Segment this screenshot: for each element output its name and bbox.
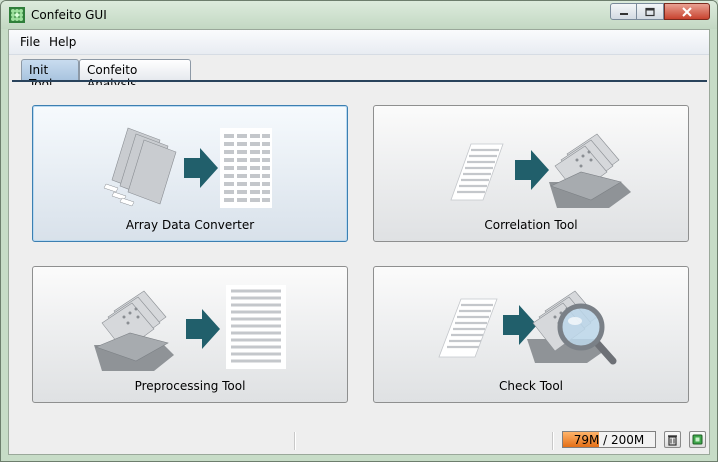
array-data-converter-icon xyxy=(103,127,272,208)
correlation-tool-icon xyxy=(450,133,631,208)
correlation-tool-button[interactable]: Correlation Tool xyxy=(373,105,689,242)
correlation-tool-label: Correlation Tool xyxy=(484,218,578,232)
indicator-icon xyxy=(692,434,703,445)
status-separator xyxy=(294,432,296,450)
status-separator xyxy=(552,432,554,450)
memory-indicator: 79M / 200M xyxy=(562,431,656,448)
preprocessing-tool-icon xyxy=(94,285,286,371)
status-bar: 79M / 200M xyxy=(9,428,709,454)
maximize-button[interactable] xyxy=(637,3,664,20)
menu-file[interactable]: File xyxy=(20,35,40,49)
tool-panel: Array Data Converter Correlation Tool Pr… xyxy=(12,85,707,427)
array-data-converter-label: Array Data Converter xyxy=(125,218,255,232)
menu-bar: File Help xyxy=(9,30,709,55)
close-button[interactable] xyxy=(664,3,710,20)
tab-init-tool[interactable]: Init Tool xyxy=(21,59,79,91)
minimize-button[interactable] xyxy=(610,3,637,20)
check-tool-icon xyxy=(438,290,617,365)
check-tool-button[interactable]: Check Tool xyxy=(373,266,689,403)
preprocessing-tool-label: Preprocessing Tool xyxy=(134,379,246,393)
preprocessing-tool-button[interactable]: Preprocessing Tool xyxy=(32,266,348,403)
status-indicator-button[interactable] xyxy=(689,431,706,448)
garbage-collect-button[interactable] xyxy=(664,431,681,448)
check-tool-label: Check Tool xyxy=(498,379,564,393)
minimize-icon xyxy=(619,12,628,15)
garbage-collect-icon xyxy=(668,435,677,446)
menu-help[interactable]: Help xyxy=(49,35,76,49)
client-area: File Help Init Tool Confeito Analysis Ar… xyxy=(8,29,710,455)
array-data-converter-button[interactable]: Array Data Converter xyxy=(32,105,348,242)
confeito-app-icon xyxy=(9,7,25,23)
close-icon xyxy=(682,6,692,17)
tab-confeito-analysis[interactable]: Confeito Analysis xyxy=(79,59,191,91)
tab-underline xyxy=(12,80,707,82)
tab-strip: Init Tool Confeito Analysis xyxy=(9,55,709,91)
memory-usage-text: 79M / 200M xyxy=(573,433,645,447)
maximize-icon xyxy=(645,7,655,16)
window-title: Confeito GUI xyxy=(31,8,107,22)
title-bar[interactable]: Confeito GUI xyxy=(1,1,717,29)
app-window: Confeito GUI File Help Init Tool Confeit… xyxy=(0,0,718,462)
